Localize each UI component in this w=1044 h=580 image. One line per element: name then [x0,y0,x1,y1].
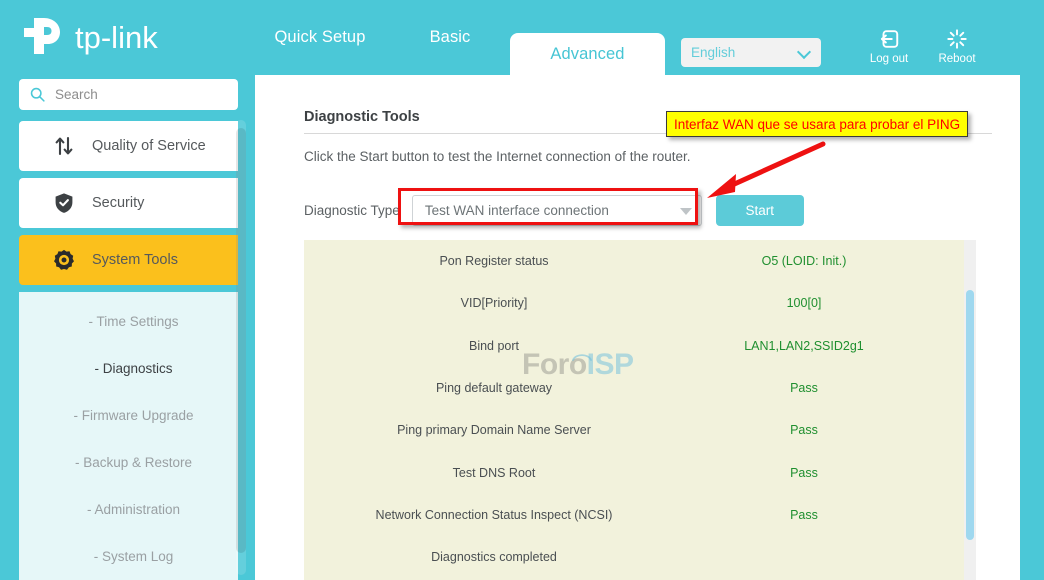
sidebar-item-quality-of-service[interactable]: Quality of Service [19,121,238,171]
result-name: Network Connection Status Inspect (NCSI) [304,508,684,522]
result-name: Pon Register status [304,254,684,268]
result-name: Ping primary Domain Name Server [304,423,684,437]
caret-down-icon [680,208,692,215]
language-value: English [691,45,798,60]
tp-link-router-admin-page: tp-link Quick Setup Basic Advanced Engli… [0,0,1044,580]
result-value: LAN1,LAN2,SSID2g1 [684,339,924,353]
gear-icon [52,248,76,272]
start-button[interactable]: Start [716,195,804,226]
qos-arrows-icon [52,134,76,158]
result-name: Ping default gateway [304,381,684,395]
annotation-callout: Interfaz WAN que se usara para probar el… [666,111,968,137]
result-value: Pass [684,508,924,522]
page-header: tp-link Quick Setup Basic Advanced Engli… [0,0,1044,75]
sidebar: Search Quality of Service [0,75,255,580]
search-input[interactable]: Search [19,79,238,110]
reboot-button[interactable]: Reboot [925,28,989,65]
svg-text:tp-link: tp-link [75,20,158,55]
sidebar-scrollbar[interactable] [236,120,246,575]
language-select[interactable]: English [681,38,821,67]
sidebar-scrollbar-thumb[interactable] [236,128,246,553]
table-row: Diagnostics completed [304,536,964,578]
sidebar-nav: Quality of Service Security [0,121,255,580]
sidebar-item-backup-restore[interactable]: - Backup & Restore [19,439,238,486]
table-row: Ping default gateway Pass [304,367,964,409]
search-icon [29,86,46,103]
table-row: Test DNS Root Pass [304,451,964,493]
results-scrollbar-thumb[interactable] [966,290,974,540]
sidebar-item-administration[interactable]: - Administration [19,486,238,533]
diagnostic-type-label: Diagnostic Type [304,203,400,218]
tab-quick-setup[interactable]: Quick Setup [255,0,385,75]
sidebar-item-diagnostics[interactable]: - Diagnostics [19,345,238,392]
result-value: 100[0] [684,296,924,310]
main-content: Diagnostic Tools Click the Start button … [255,75,1020,580]
tab-advanced[interactable]: Advanced [510,33,665,75]
result-name: Test DNS Root [304,466,684,480]
sidebar-item-security[interactable]: Security [19,178,238,228]
result-name: VID[Priority] [304,296,684,310]
diagnostic-results-panel: Pon Register status O5 (LOID: Init.) VID… [304,240,964,580]
sidebar-item-firmware-upgrade[interactable]: - Firmware Upgrade [19,392,238,439]
result-name: Bind port [304,339,684,353]
tp-link-logo: tp-link [22,12,222,58]
sidebar-item-label: Quality of Service [92,138,206,154]
sidebar-item-system-log[interactable]: - System Log [19,533,238,580]
result-value: Pass [684,423,924,437]
shield-check-icon [52,191,76,215]
result-name: Diagnostics completed [304,550,684,564]
results-scrollbar[interactable] [964,240,976,580]
table-row: Ping primary Domain Name Server Pass [304,409,964,451]
reboot-label: Reboot [925,53,989,65]
page-title: Diagnostic Tools [304,109,420,125]
table-row: VID[Priority] 100[0] [304,282,964,324]
result-value: Pass [684,381,924,395]
result-value: O5 (LOID: Init.) [684,254,924,268]
chevron-down-icon [798,46,811,59]
page-description: Click the Start button to test the Inter… [304,149,690,164]
table-row: Network Connection Status Inspect (NCSI)… [304,494,964,536]
tab-basic[interactable]: Basic [405,0,495,75]
sidebar-item-label: Security [92,195,144,211]
sidebar-item-time-settings[interactable]: - Time Settings [19,298,238,345]
table-row: Pon Register status O5 (LOID: Init.) [304,240,964,282]
sidebar-submenu: - Time Settings - Diagnostics - Firmware… [19,292,238,580]
sidebar-item-label: System Tools [92,252,178,268]
diagnostic-form-row: Diagnostic Type Test WAN interface conne… [304,195,804,226]
result-value: Pass [684,466,924,480]
logout-icon [857,28,921,50]
logout-button[interactable]: Log out [857,28,921,65]
reboot-icon [925,28,989,50]
sidebar-item-system-tools[interactable]: System Tools [19,235,238,285]
logout-label: Log out [857,53,921,65]
diagnostic-type-select[interactable]: Test WAN interface connection [412,195,702,226]
search-placeholder: Search [55,87,98,102]
diagnostic-type-value: Test WAN interface connection [425,203,609,218]
table-row: Bind port LAN1,LAN2,SSID2g1 [304,325,964,367]
